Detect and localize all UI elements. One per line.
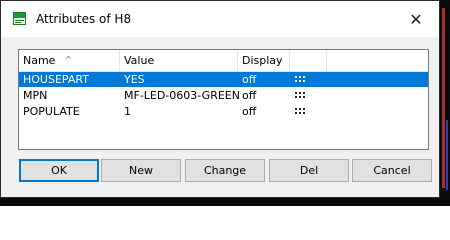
cell-value: YES — [124, 73, 145, 86]
brd-icon — [13, 12, 26, 25]
del-button[interactable]: Del — [269, 159, 349, 182]
cell-display: off — [242, 105, 257, 118]
display-layer-icon — [295, 92, 305, 98]
cell-value: MF-LED-0603-GREEN — [124, 89, 240, 102]
cell-name: MPN — [23, 89, 48, 102]
table-row[interactable]: POPULATE 1 off — [19, 104, 428, 119]
sort-ascending-icon: ^ — [65, 55, 72, 64]
display-layer-icon — [295, 76, 305, 82]
new-button[interactable]: New — [101, 159, 181, 182]
column-header-value-label: Value — [124, 54, 155, 67]
ok-button[interactable]: OK — [19, 159, 99, 182]
table-row[interactable]: MPN MF-LED-0603-GREEN off — [19, 88, 428, 103]
column-header-name[interactable]: Name ^ — [19, 50, 120, 71]
cell-value: 1 — [124, 105, 131, 118]
background-blue-trace — [446, 120, 448, 190]
cell-display: off — [242, 89, 257, 102]
close-icon: ✕ — [409, 9, 423, 29]
cell-display: off — [242, 73, 257, 86]
list-header: Name ^ Value Display — [19, 50, 428, 72]
display-layer-icon — [295, 108, 305, 114]
column-header-name-label: Name — [23, 54, 56, 67]
column-header-value[interactable]: Value — [120, 50, 238, 71]
cell-name: POPULATE — [23, 105, 80, 118]
cell-name: HOUSEPART — [23, 73, 89, 86]
background-red-trace — [442, 8, 445, 188]
close-button[interactable]: ✕ — [393, 1, 439, 37]
column-header-display[interactable]: Display — [238, 50, 290, 71]
attributes-list[interactable]: Name ^ Value Display HOUSEPART YES off M… — [18, 49, 429, 150]
column-header-display-label: Display — [242, 54, 283, 67]
change-button[interactable]: Change — [185, 159, 265, 182]
dialog-title: Attributes of H8 — [36, 12, 132, 26]
column-header-extra[interactable] — [290, 50, 327, 71]
title-bar: Attributes of H8 ✕ — [1, 1, 439, 37]
attributes-dialog: Attributes of H8 ✕ Name ^ Value Display … — [0, 0, 440, 198]
table-row[interactable]: HOUSEPART YES off — [19, 72, 428, 87]
cancel-button[interactable]: Cancel — [352, 159, 432, 182]
